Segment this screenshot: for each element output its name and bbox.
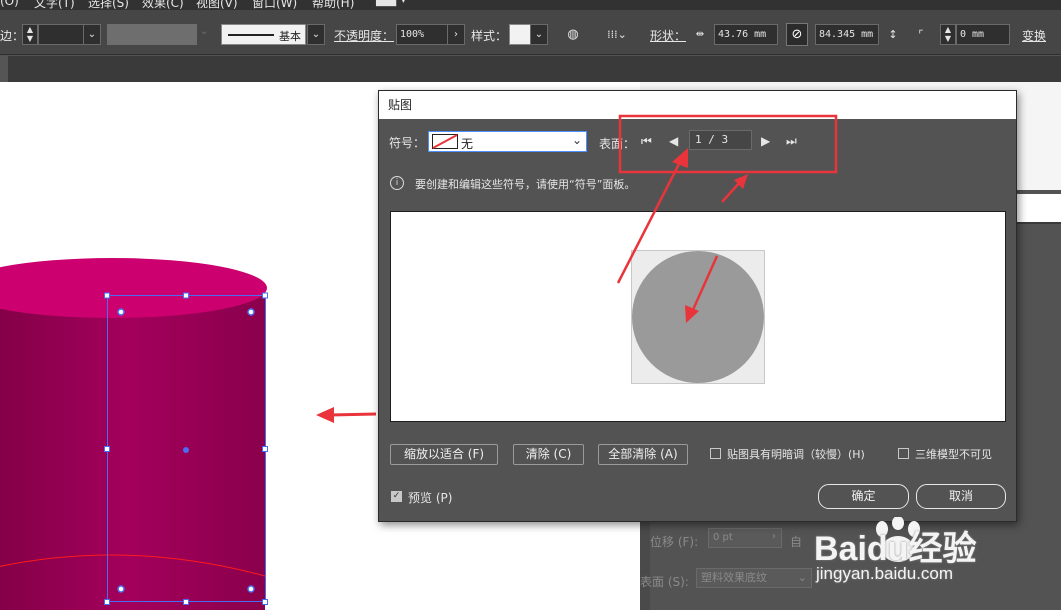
annotation-highlight-box [618, 114, 838, 174]
annotation-arrow-to-nav [616, 161, 682, 284]
watermark-brand: Baidu经验 [814, 530, 977, 568]
annotation-arrow-short [721, 181, 741, 203]
annotation-arrowhead-to-circle [685, 305, 699, 323]
annotation-arrow-to-circle [690, 255, 719, 313]
annotation-arrowhead-to-nav [672, 148, 688, 168]
watermark-url: jingyan.baidu.com [816, 564, 954, 583]
baidu-jingyan-watermark: Baidu经验 jingyan.baidu.com [812, 517, 1061, 597]
